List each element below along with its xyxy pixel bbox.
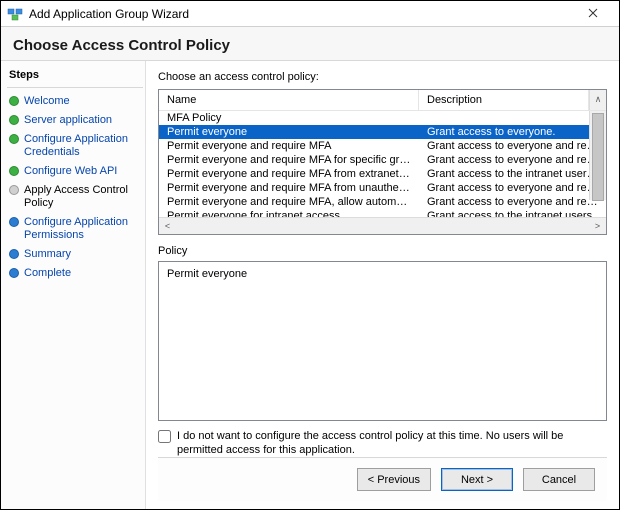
- scroll-up-icon[interactable]: ∧: [589, 90, 606, 110]
- next-button[interactable]: Next >: [441, 468, 513, 491]
- sidebar-step-0[interactable]: Welcome: [7, 92, 143, 111]
- title-bar: Add Application Group Wizard: [1, 1, 619, 27]
- step-label: Apply Access Control Policy: [24, 184, 141, 210]
- step-bullet-icon: [9, 134, 19, 144]
- sidebar-step-4: Apply Access Control Policy: [7, 181, 143, 213]
- step-bullet-icon: [9, 268, 19, 278]
- page-title: Choose Access Control Policy: [1, 27, 619, 61]
- step-bullet-icon: [9, 185, 19, 195]
- sidebar-step-5[interactable]: Configure Application Permissions: [7, 213, 143, 245]
- policy-row[interactable]: Permit everyone and require MFA, allow a…: [159, 195, 606, 209]
- step-label[interactable]: Summary: [24, 248, 71, 261]
- h-scroll-track[interactable]: [176, 218, 589, 234]
- step-label[interactable]: Configure Web API: [24, 165, 117, 178]
- policy-detail-text: Permit everyone: [167, 268, 247, 280]
- step-bullet-icon: [9, 217, 19, 227]
- horizontal-scrollbar[interactable]: < >: [159, 217, 606, 234]
- steps-title: Steps: [7, 67, 143, 88]
- previous-button[interactable]: < Previous: [357, 468, 431, 491]
- policy-description: [419, 112, 606, 124]
- policy-row[interactable]: Permit everyoneGrant access to everyone.: [159, 125, 606, 139]
- policy-row[interactable]: Permit everyone for intranet accessGrant…: [159, 209, 606, 217]
- close-button[interactable]: [573, 3, 613, 25]
- step-label[interactable]: Configure Application Credentials: [24, 133, 141, 159]
- cancel-button[interactable]: Cancel: [523, 468, 595, 491]
- policy-name: Permit everyone and require MFA from una…: [159, 182, 419, 194]
- policy-row[interactable]: Permit everyone and require MFA from una…: [159, 181, 606, 195]
- policy-row[interactable]: MFA Policy: [159, 111, 606, 125]
- sidebar-step-2[interactable]: Configure Application Credentials: [7, 130, 143, 162]
- step-label[interactable]: Configure Application Permissions: [24, 216, 141, 242]
- choose-policy-label: Choose an access control policy:: [158, 71, 607, 83]
- policy-row[interactable]: Permit everyone and require MFA from ext…: [159, 167, 606, 181]
- policy-description: Grant access to the intranet users.: [419, 210, 606, 217]
- policy-detail-box: Permit everyone: [158, 261, 607, 421]
- policy-name: Permit everyone and require MFA: [159, 140, 419, 152]
- policy-name: MFA Policy: [159, 112, 419, 124]
- vertical-scrollbar[interactable]: [589, 111, 606, 200]
- step-label[interactable]: Server application: [24, 114, 112, 127]
- close-icon: [588, 6, 598, 21]
- scroll-left-icon[interactable]: <: [159, 221, 176, 231]
- policy-description: Grant access to the intranet users and r…: [419, 168, 606, 180]
- opt-out-row: I do not want to configure the access co…: [158, 429, 607, 457]
- policy-name: Permit everyone and require MFA from ext…: [159, 168, 419, 180]
- column-header-description[interactable]: Description: [419, 90, 589, 110]
- wizard-footer: < Previous Next > Cancel: [158, 457, 607, 501]
- step-bullet-icon: [9, 249, 19, 259]
- policy-description: Grant access to everyone and require MFA…: [419, 140, 606, 152]
- policy-description: Grant access to everyone.: [419, 126, 606, 138]
- scroll-right-icon[interactable]: >: [589, 221, 606, 231]
- policy-description: Grant access to everyone and require MFA…: [419, 182, 606, 194]
- policy-section-label: Policy: [158, 245, 607, 257]
- policy-name: Permit everyone for intranet access: [159, 210, 419, 217]
- policy-row[interactable]: Permit everyone and require MFAGrant acc…: [159, 139, 606, 153]
- policy-name: Permit everyone: [159, 126, 419, 138]
- policy-name: Permit everyone and require MFA, allow a…: [159, 196, 419, 208]
- opt-out-checkbox[interactable]: [158, 430, 171, 443]
- step-label[interactable]: Welcome: [24, 95, 70, 108]
- policy-description: Grant access to everyone and require MFA…: [419, 154, 606, 166]
- step-bullet-icon: [9, 115, 19, 125]
- step-bullet-icon: [9, 96, 19, 106]
- sidebar-step-6[interactable]: Summary: [7, 245, 143, 264]
- app-icon: [7, 6, 23, 22]
- sidebar-step-1[interactable]: Server application: [7, 111, 143, 130]
- policy-name: Permit everyone and require MFA for spec…: [159, 154, 419, 166]
- policy-list-header: Name Description ∧: [159, 90, 606, 111]
- wizard-body: Steps Welcome Server application Configure…: [1, 61, 619, 509]
- step-bullet-icon: [9, 166, 19, 176]
- policy-list[interactable]: Name Description ∧ MFA PolicyPermit ever…: [158, 89, 607, 235]
- step-label[interactable]: Complete: [24, 267, 71, 280]
- column-header-name[interactable]: Name: [159, 90, 419, 110]
- steps-sidebar: Steps Welcome Server application Configure…: [1, 61, 146, 509]
- sidebar-step-7[interactable]: Complete: [7, 264, 143, 283]
- main-panel: Choose an access control policy: Name De…: [146, 61, 619, 509]
- window-title: Add Application Group Wizard: [29, 7, 573, 21]
- opt-out-label[interactable]: I do not want to configure the access co…: [177, 429, 607, 457]
- sidebar-step-3[interactable]: Configure Web API: [7, 162, 143, 181]
- policy-description: Grant access to everyone and require MFA…: [419, 196, 606, 208]
- scroll-thumb[interactable]: [592, 113, 604, 201]
- policy-rows: MFA PolicyPermit everyoneGrant access to…: [159, 111, 606, 217]
- policy-row[interactable]: Permit everyone and require MFA for spec…: [159, 153, 606, 167]
